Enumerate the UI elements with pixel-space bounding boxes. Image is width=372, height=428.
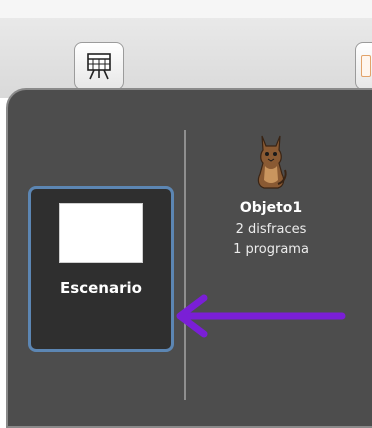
panel-divider <box>184 130 186 400</box>
presentation-mode-button[interactable] <box>74 42 124 90</box>
stage-label: Escenario <box>60 279 142 297</box>
stage-thumbnail <box>59 203 143 263</box>
toolbar <box>0 18 372 98</box>
sprite-costume-count: 2 disfraces <box>235 222 307 237</box>
stage-thumbnail-card[interactable]: Escenario <box>28 186 174 352</box>
top-strip <box>0 0 372 18</box>
cat-sprite-icon[interactable] <box>252 130 290 192</box>
presentation-icon <box>87 53 111 80</box>
sprite-name: Objeto1 <box>239 200 303 216</box>
sprite-script-count: 1 programa <box>233 242 309 257</box>
paint-icon <box>361 55 371 77</box>
left-arrow-icon <box>176 294 346 338</box>
paint-new-sprite-button[interactable] <box>355 42 372 90</box>
